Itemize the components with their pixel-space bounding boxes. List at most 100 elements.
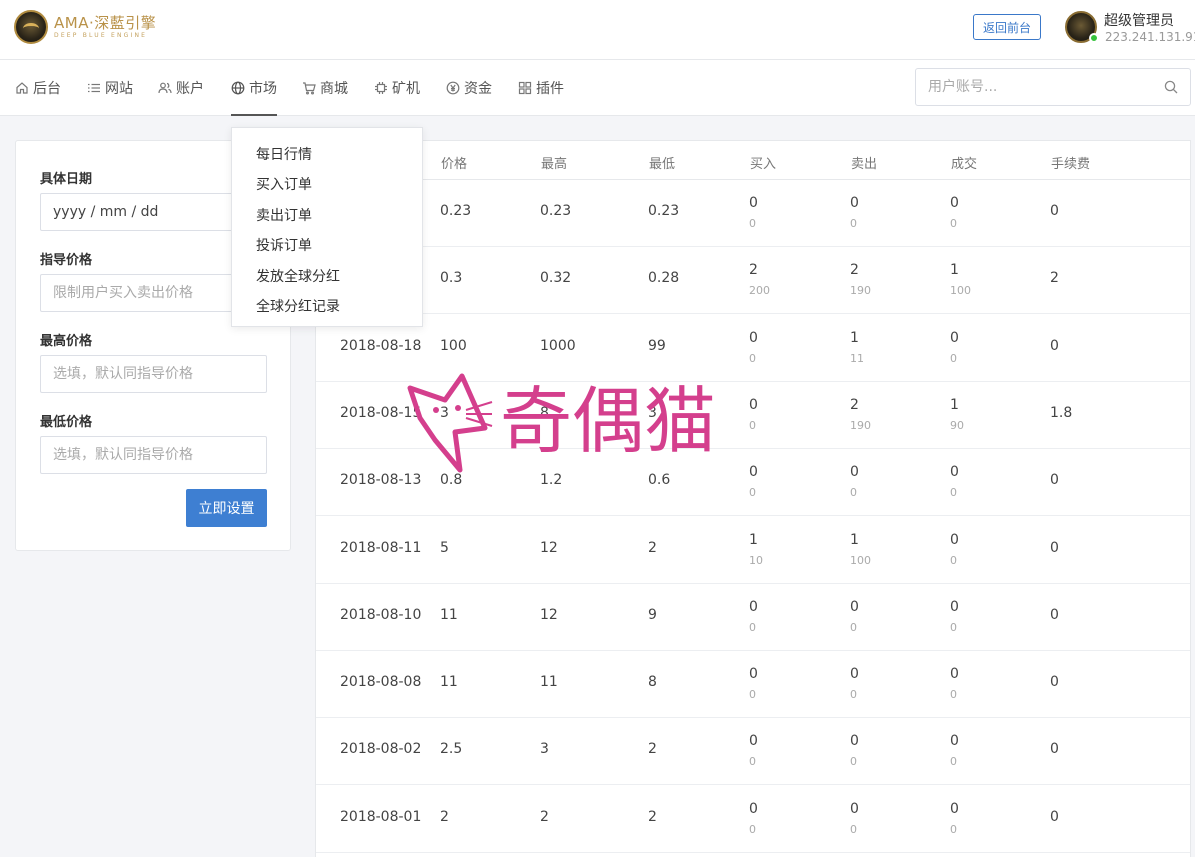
cell-deal-count: 0 [950,800,959,817]
cell-sell-amount: 190 [850,284,871,298]
nav-item-miner[interactable]: 矿机 [374,60,420,116]
cell-date: 2018-08-13 [340,472,422,489]
cell-price: 2.5 [440,741,463,758]
column-header-fee: 手续费 [1051,157,1091,172]
cell-buy-count: 0 [749,464,758,481]
cell-deal-count: 0 [950,464,959,481]
user-profile[interactable]: 超级管理员 223.241.131.91 [1065,10,1195,50]
cell-sell-amount: 0 [850,620,857,634]
nav-item-dashboard[interactable]: 后台 [15,60,61,116]
online-status-icon [1089,33,1099,43]
cell-sell-count: 0 [850,666,859,683]
cell-buy-amount: 0 [749,822,756,836]
date-label: 具体日期 [40,172,93,187]
cell-sell-amount: 0 [850,217,857,230]
table-row: 2018-08-11 5 12 2 0 1 10 1 100 0 0 [316,517,1190,584]
guide-price-label: 指导价格 [40,253,93,268]
cell-sell-amount: 0 [850,755,857,769]
cell-high: 0.32 [540,270,572,287]
menu-item-complaint-orders[interactable]: 投诉订单 [256,235,312,255]
cell-buy-amount: 0 [749,418,756,432]
cell-deal-amount: 0 [950,822,957,836]
cell-sell-count: 0 [850,733,859,750]
cell-deal-amount: 0 [950,620,957,634]
nav-item-accounts[interactable]: 账户 [158,60,204,116]
cell-buy-amount: 0 [749,217,756,230]
cell-sell-count: 0 [850,195,859,211]
table-row: 2018-08-02 2.5 3 2 0 0 0 0 0 0 0 [316,718,1190,786]
column-header-high: 最高 [541,157,568,172]
menu-item-sell-orders[interactable]: 卖出订单 [256,205,312,225]
cell-high: 12 [540,606,558,623]
cell-buy-count: 0 [749,666,758,683]
nav-item-funds[interactable]: 资金 [446,60,492,116]
cell-sell-count: 0 [850,800,859,817]
cell-deal-count: 0 [950,733,959,750]
cell-price: 5 [440,539,449,556]
cell-sell-count: 1 [850,531,859,548]
cell-buy-amount: 0 [749,351,756,365]
grid-icon [518,81,532,95]
cell-low: 3 [648,404,657,421]
nav-item-plugins[interactable]: 插件 [518,60,564,116]
cell-fee: 0 [1050,808,1059,825]
cell-sell-amount: 11 [850,351,864,365]
nav-item-website[interactable]: 网站 [87,60,133,116]
cell-deal-count: 0 [950,666,959,683]
user-search [915,68,1191,106]
search-icon[interactable] [1164,80,1178,94]
max-price-field[interactable] [40,355,267,393]
cell-price: 11 [440,674,458,691]
nav-label: 网站 [105,81,133,97]
cell-buy-count: 0 [749,329,758,346]
top-header: AMA·深藍引擎 DEEP BLUE ENGINE 返回前台 超级管理员 223… [0,0,1195,60]
cell-high: 2 [540,808,549,825]
cell-date: 2018-08-15 [340,404,422,421]
column-header-low: 最低 [649,157,676,172]
cell-price: 0.23 [440,203,472,219]
cell-buy-amount: 0 [749,620,756,634]
cell-deal-amount: 90 [950,418,964,432]
brand-logo[interactable]: AMA·深藍引擎 DEEP BLUE ENGINE [14,10,156,44]
table-row: 2018-08-18 100 1000 99 0 0 0 1 11 0 0 [316,315,1190,382]
cart-icon [302,81,316,95]
cell-buy-count: 0 [749,800,758,817]
cell-low: 99 [648,337,666,354]
nav-label: 账户 [176,81,204,97]
eagle-logo-icon [14,10,48,44]
cell-low: 2 [648,808,657,825]
table-row: 0.3 0.32 0.28 2 2 200 2 190 1 100 [316,247,1190,315]
cell-buy-amount: 0 [749,755,756,769]
menu-item-buy-orders[interactable]: 买入订单 [256,174,312,194]
cell-sell-count: 2 [850,396,859,413]
cell-fee: 2 [1050,270,1059,287]
cell-fee: 0 [1050,539,1059,556]
cell-fee: 0 [1050,203,1059,219]
cell-deal-count: 0 [950,531,959,548]
menu-item-dividend-records[interactable]: 全球分红记录 [256,296,340,316]
column-header-sell: 卖出 [851,157,878,172]
cell-sell-amount: 0 [850,688,857,702]
cell-sell-amount: 100 [850,553,871,567]
nav-item-market[interactable]: 市场 [231,60,277,116]
back-to-frontend-button[interactable]: 返回前台 [973,14,1041,40]
table-header: 价格 最高 最低 买入 卖出 成交 手续费 [316,141,1190,180]
column-header-buy: 买入 [750,157,777,172]
cell-fee: 0 [1050,337,1059,354]
menu-item-daily-quotes[interactable]: 每日行情 [256,144,312,164]
menu-item-issue-dividend[interactable]: 发放全球分红 [256,266,340,286]
cell-buy-count: 0 [749,195,758,211]
cell-deal-count: 0 [950,598,959,615]
nav-item-shop[interactable]: 商城 [302,60,348,116]
apply-settings-button[interactable]: 立即设置 [186,489,267,527]
table-row: 2018-08-13 0.8 1.2 0.6 0 0 0 0 0 0 0 [316,449,1190,517]
cell-deal-amount: 0 [950,688,957,702]
cell-deal-amount: 0 [950,486,957,500]
cell-fee: 0 [1050,472,1059,489]
cell-low: 9 [648,606,657,623]
table-row: 2018-08-10 11 12 9 0 0 0 0 0 0 0 [316,584,1190,651]
cell-buy-count: 2 [749,262,758,279]
cell-deal-count: 0 [950,329,959,346]
search-input[interactable] [916,69,1146,105]
min-price-field[interactable] [40,436,267,474]
